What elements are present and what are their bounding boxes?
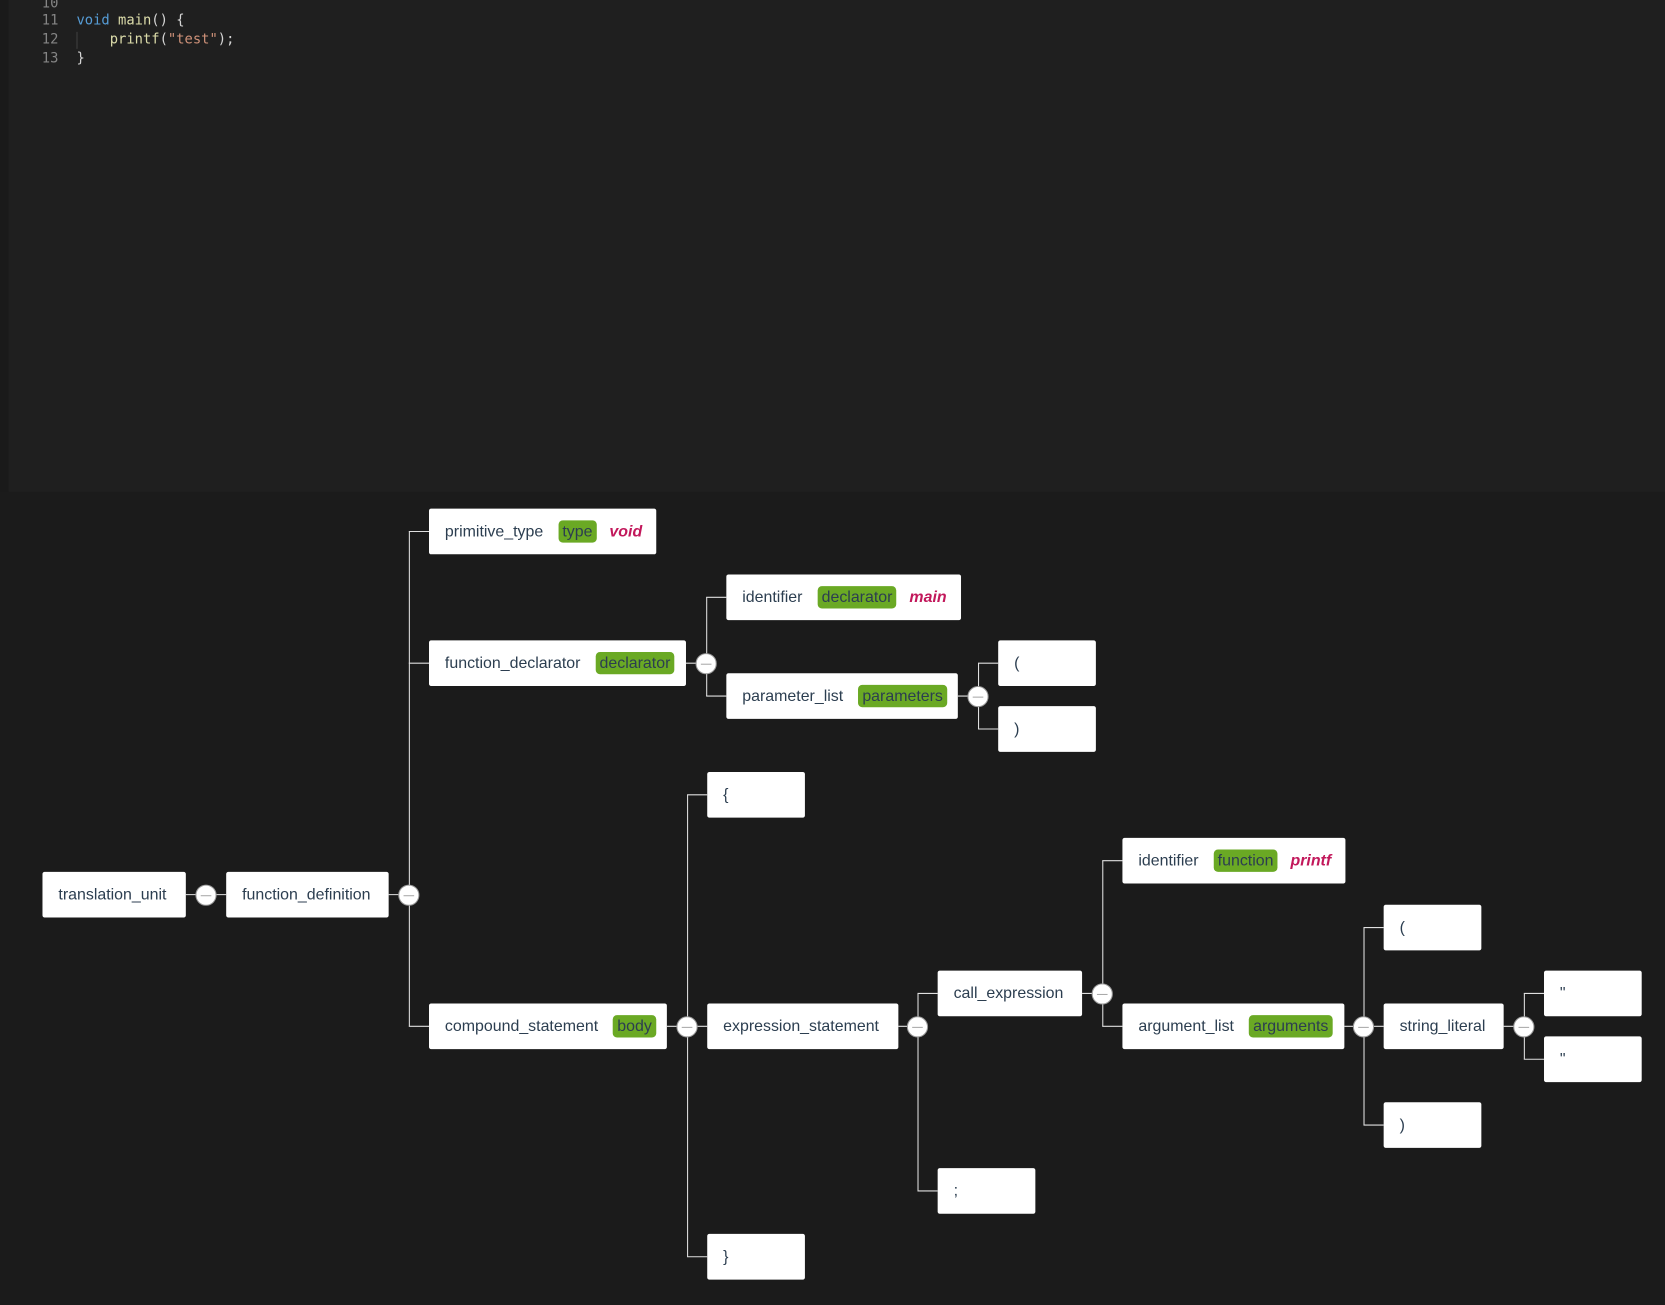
field-badge: parameters [858, 684, 948, 708]
collapse-toggle-icon[interactable] [906, 1015, 929, 1037]
node-type: string_literal [1399, 1017, 1486, 1036]
tree-node[interactable]: ( [1383, 904, 1482, 951]
collapse-toggle-icon[interactable] [1091, 982, 1113, 1005]
collapse-toggle-icon[interactable] [1513, 1015, 1535, 1037]
field-badge: declarator [595, 652, 675, 675]
tree-node[interactable]: " [1544, 1036, 1642, 1083]
node-type: } [723, 1247, 729, 1266]
collapse-toggle-icon[interactable] [1352, 1015, 1375, 1037]
node-type: function_definition [242, 885, 371, 904]
tree-node[interactable]: parameter_list parameters [726, 673, 958, 719]
tree-node[interactable]: compound_statement body [429, 1003, 667, 1050]
tree-node[interactable]: function_definition [226, 871, 389, 918]
node-type: ) [1399, 1116, 1405, 1135]
field-badge: type [558, 520, 597, 543]
tree-node[interactable]: function_declarator declarator [429, 640, 686, 686]
tree-node[interactable]: identifier function printf [1122, 837, 1346, 884]
node-type: call_expression [953, 984, 1064, 1003]
node-type: argument_list [1138, 1017, 1234, 1036]
tree-node[interactable]: call_expression [937, 970, 1083, 1017]
tree-node[interactable]: { [707, 772, 805, 818]
node-type: expression_statement [723, 1017, 879, 1036]
app-stage: 10 11 void main() { 12 printf("test"); 13… [0, 0, 1665, 1305]
syntax-tree: translation_unit function_definition primi… [0, 0, 1665, 1305]
node-type: primitive_type [444, 522, 544, 541]
tree-node[interactable]: ( [998, 640, 1096, 686]
collapse-toggle-icon[interactable] [695, 652, 717, 674]
tree-node[interactable]: " [1544, 970, 1642, 1017]
field-badge: function [1213, 849, 1278, 872]
collapse-toggle-icon[interactable] [967, 685, 989, 707]
tree-node[interactable]: identifier declarator main [726, 574, 962, 621]
node-type: ( [1399, 918, 1405, 937]
tree-node[interactable]: ; [937, 1168, 1036, 1214]
node-type: identifier [1138, 851, 1199, 870]
tree-node[interactable]: } [707, 1233, 805, 1280]
tree-node[interactable]: string_literal [1383, 1003, 1504, 1050]
node-type: { [723, 785, 729, 804]
node-type: identifier [742, 588, 803, 607]
tree-node[interactable]: primitive_type type void [429, 508, 657, 555]
field-badge: declarator [817, 586, 897, 609]
node-type: " [1559, 984, 1566, 1003]
node-type: " [1559, 1050, 1566, 1069]
node-type: function_declarator [444, 654, 581, 673]
node-value: main [909, 588, 947, 607]
tree-node[interactable]: ) [1383, 1102, 1482, 1148]
collapse-toggle-icon[interactable] [195, 884, 217, 906]
node-value: void [609, 522, 643, 541]
node-type: compound_statement [444, 1017, 599, 1036]
node-type: ; [953, 1181, 959, 1200]
tree-node[interactable]: expression_statement [707, 1003, 899, 1050]
node-type: parameter_list [742, 687, 844, 706]
field-badge: arguments [1248, 1015, 1333, 1038]
tree-node[interactable]: argument_list arguments [1122, 1003, 1345, 1050]
node-value: printf [1290, 851, 1332, 870]
collapse-toggle-icon[interactable] [676, 1015, 698, 1037]
node-type: translation_unit [58, 885, 167, 904]
tree-node[interactable]: translation_unit [42, 871, 186, 918]
node-type: ) [1014, 719, 1020, 739]
node-type: ( [1014, 654, 1020, 673]
collapse-toggle-icon[interactable] [398, 884, 420, 906]
tree-node[interactable]: ) [998, 706, 1096, 752]
field-badge: body [612, 1015, 657, 1038]
